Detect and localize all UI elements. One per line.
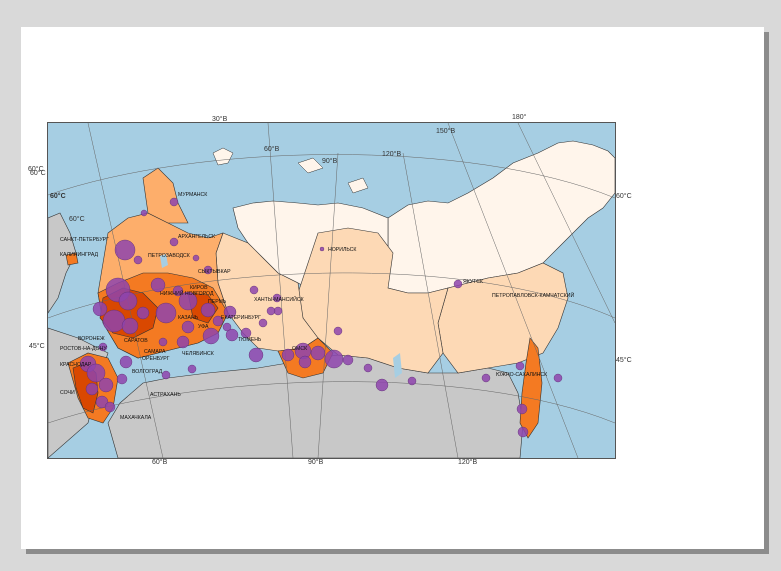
- city-label: МАХАЧКАЛА: [120, 415, 152, 421]
- city-label: УФА: [198, 324, 209, 330]
- city-bubble-marker[interactable]: [102, 309, 126, 333]
- graticule-label-top: 150°В: [436, 128, 456, 135]
- region-level1[interactable]: [387, 140, 615, 294]
- city-label: НИЖНИЙ НОВГОРОД: [160, 289, 214, 297]
- city-bubble-marker[interactable]: [192, 254, 200, 262]
- city-bubble-marker[interactable]: [515, 361, 525, 371]
- city-bubble-marker[interactable]: [375, 378, 389, 392]
- city-label: НОРИЛЬСК: [328, 247, 356, 253]
- city-bubble-marker[interactable]: [249, 285, 259, 295]
- city-bubble-marker[interactable]: [155, 302, 177, 324]
- city-bubble-marker[interactable]: [222, 322, 232, 332]
- city-label: ХАНТЫ-МАНСИЙСК: [254, 295, 304, 303]
- city-bubble-marker[interactable]: [516, 403, 528, 415]
- city-label: ВОРОНЕЖ: [78, 336, 105, 342]
- city-bubble-marker[interactable]: [553, 373, 563, 383]
- city-label: КАЛИНИНГРАД: [60, 252, 99, 258]
- city-label: АРХАНГЕЛЬСК: [178, 234, 215, 240]
- map-frame[interactable]: МУРМАНСК САНКТ-ПЕТЕРБУРГ АРХАНГЕЛЬСК КАЛИНИ…: [47, 122, 616, 459]
- city-bubble-marker[interactable]: [200, 302, 216, 318]
- graticule-label-right: 45°С: [616, 357, 632, 364]
- city-label: КРАСНОДАР: [60, 362, 92, 368]
- city-label: САНКТ-ПЕТЕРБУРГ: [60, 237, 109, 243]
- city-bubble-marker[interactable]: [273, 306, 283, 316]
- graticule-label-top: 30°В: [212, 116, 228, 123]
- city-bubble-marker[interactable]: [176, 335, 190, 349]
- city-bubble-marker[interactable]: [169, 237, 179, 247]
- city-label: САРАТОВ: [124, 338, 148, 344]
- city-label: ЧЕЛЯБИНСК: [182, 351, 214, 357]
- graticule-label-top: 90°В: [322, 158, 338, 165]
- city-bubble-marker[interactable]: [116, 373, 128, 385]
- graticule-label-left: 60°С: [50, 193, 66, 200]
- city-label: САМАРА: [144, 349, 166, 355]
- city-bubble-marker[interactable]: [407, 376, 417, 386]
- city-bubble-marker[interactable]: [136, 306, 150, 320]
- city-bubble-marker[interactable]: [310, 345, 326, 361]
- city-label: ПЕТРОПАВЛОВСК-КАМЧАТСКИЙ: [492, 291, 574, 299]
- city-bubble-marker[interactable]: [453, 279, 463, 289]
- russia-map[interactable]: МУРМАНСК САНКТ-ПЕТЕРБУРГ АРХАНГЕЛЬСК КАЛИНИ…: [48, 123, 615, 458]
- city-bubble-marker[interactable]: [266, 306, 276, 316]
- city-bubble-marker[interactable]: [118, 291, 138, 311]
- graticule-label-left: 60°С: [30, 170, 46, 177]
- city-bubble-marker[interactable]: [104, 401, 116, 413]
- city-bubble-marker[interactable]: [481, 373, 491, 383]
- city-label: АСТРАХАНЬ: [150, 392, 181, 398]
- city-bubble-marker[interactable]: [324, 349, 344, 369]
- city-label: ВОЛГОГРАД: [132, 369, 163, 375]
- city-bubble-marker[interactable]: [342, 354, 354, 366]
- city-bubble-marker[interactable]: [319, 246, 325, 252]
- city-bubble-marker[interactable]: [202, 327, 220, 345]
- city-label: ТЮМЕНЬ: [238, 337, 262, 343]
- city-label: ЕКАТЕРИНБУРГ: [221, 315, 261, 321]
- graticule-label-top: 120°В: [382, 151, 402, 158]
- city-bubble-marker[interactable]: [298, 355, 312, 369]
- graticule-label-left: 45°С: [29, 343, 45, 350]
- city-label: КАЗАНЬ: [178, 315, 199, 321]
- city-label: СОЧИ: [60, 390, 75, 396]
- city-bubble-marker[interactable]: [248, 347, 264, 363]
- city-bubble-marker[interactable]: [133, 255, 143, 265]
- city-label: ЮЖНО-САХАЛИНСК: [496, 372, 547, 378]
- graticule-label-top: 180°: [512, 114, 527, 121]
- city-label: РОСТОВ-НА-ДОНУ: [60, 346, 107, 352]
- graticule-label-right: 60°С: [616, 193, 632, 200]
- city-label: ОМСК: [292, 346, 307, 352]
- city-label: ОРЕНБУРГ: [142, 356, 170, 362]
- city-label: ЯКУТСК: [463, 279, 483, 285]
- city-bubble-marker[interactable]: [158, 337, 168, 347]
- city-bubble-marker[interactable]: [85, 382, 99, 396]
- graticule-label-bottom: 120°В: [458, 459, 478, 466]
- city-bubble-marker[interactable]: [333, 326, 343, 336]
- city-label: СЫКТЫВКАР: [198, 269, 231, 275]
- city-label: МУРМАНСК: [178, 192, 207, 198]
- graticule-label-bottom: 60°В: [152, 459, 168, 466]
- city-bubble-marker[interactable]: [187, 364, 197, 374]
- city-label: ПЕТРОЗАВОДСК: [148, 253, 190, 259]
- city-bubble-marker[interactable]: [181, 320, 195, 334]
- city-bubble-marker[interactable]: [121, 317, 139, 335]
- city-bubble-marker[interactable]: [150, 277, 166, 293]
- graticule-label-inner: 60°С: [69, 216, 85, 223]
- graticule-label-top: 60°В: [264, 146, 280, 153]
- city-bubble-marker[interactable]: [363, 363, 373, 373]
- city-label: ПЕРМЬ: [208, 299, 227, 305]
- city-bubble-marker[interactable]: [114, 239, 136, 261]
- graticule-label-bottom: 90°В: [308, 459, 324, 466]
- city-bubble-marker[interactable]: [161, 370, 171, 380]
- city-bubble-marker[interactable]: [98, 377, 114, 393]
- city-bubble-marker[interactable]: [140, 209, 148, 217]
- city-bubble-marker[interactable]: [169, 197, 179, 207]
- city-bubble-marker[interactable]: [119, 355, 133, 369]
- city-bubble-marker[interactable]: [92, 301, 108, 317]
- city-bubble-marker[interactable]: [517, 426, 529, 438]
